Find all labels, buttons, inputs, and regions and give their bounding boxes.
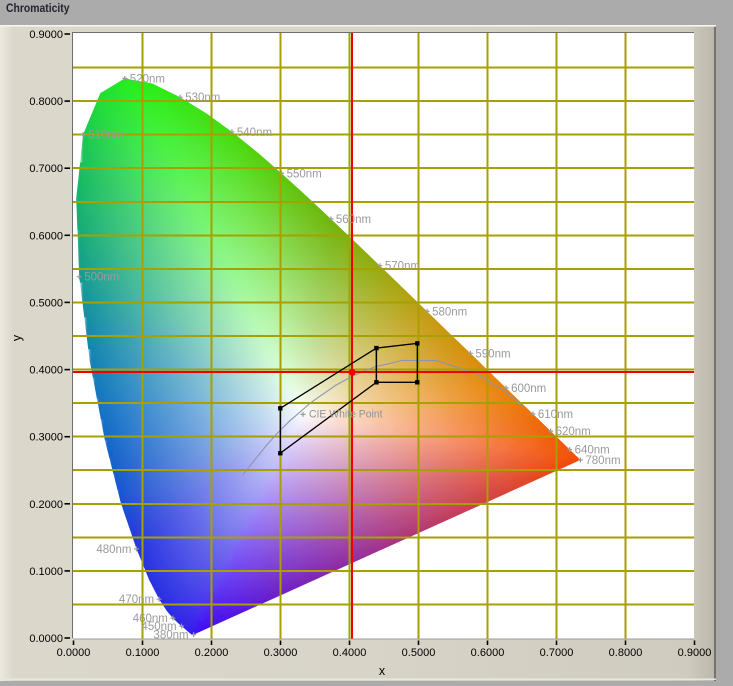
svg-text:CIE White Point: CIE White Point bbox=[309, 409, 383, 421]
svg-text:520nm: 520nm bbox=[130, 73, 165, 85]
svg-text:0.0000: 0.0000 bbox=[29, 633, 63, 645]
svg-text:0.9000: 0.9000 bbox=[29, 29, 63, 41]
svg-text:580nm: 580nm bbox=[432, 306, 467, 318]
svg-text:550nm: 550nm bbox=[287, 168, 322, 180]
svg-text:510nm: 510nm bbox=[88, 130, 123, 142]
svg-text:570nm: 570nm bbox=[385, 261, 420, 273]
svg-text:Chromaticity: Chromaticity bbox=[6, 3, 70, 15]
svg-text:0.5000: 0.5000 bbox=[29, 297, 63, 309]
svg-text:0.0000: 0.0000 bbox=[57, 647, 91, 659]
svg-text:0.1000: 0.1000 bbox=[29, 566, 63, 578]
svg-text:0.5000: 0.5000 bbox=[402, 647, 436, 659]
svg-text:0.4000: 0.4000 bbox=[333, 647, 367, 659]
svg-text:0.8000: 0.8000 bbox=[29, 96, 63, 108]
svg-text:500nm: 500nm bbox=[84, 272, 119, 284]
svg-text:530nm: 530nm bbox=[185, 92, 220, 104]
svg-text:y: y bbox=[10, 334, 24, 341]
svg-text:0.7000: 0.7000 bbox=[29, 163, 63, 175]
svg-text:x: x bbox=[379, 664, 386, 678]
svg-text:0.6000: 0.6000 bbox=[471, 647, 505, 659]
svg-text:0.6000: 0.6000 bbox=[29, 230, 63, 242]
svg-text:610nm: 610nm bbox=[538, 409, 573, 421]
svg-text:0.2000: 0.2000 bbox=[195, 647, 229, 659]
svg-text:0.1000: 0.1000 bbox=[126, 647, 160, 659]
svg-text:480nm: 480nm bbox=[96, 544, 131, 556]
svg-text:0.7000: 0.7000 bbox=[540, 647, 574, 659]
svg-text:0.4000: 0.4000 bbox=[29, 365, 63, 377]
svg-text:540nm: 540nm bbox=[237, 127, 272, 139]
svg-text:0.3000: 0.3000 bbox=[29, 432, 63, 444]
svg-text:780nm: 780nm bbox=[585, 455, 620, 467]
svg-text:0.3000: 0.3000 bbox=[264, 647, 298, 659]
svg-text:560nm: 560nm bbox=[336, 214, 371, 226]
svg-text:0.9000: 0.9000 bbox=[678, 647, 712, 659]
svg-text:0.8000: 0.8000 bbox=[609, 647, 643, 659]
svg-text:380nm: 380nm bbox=[153, 630, 188, 642]
svg-text:590nm: 590nm bbox=[475, 348, 510, 360]
svg-text:470nm: 470nm bbox=[119, 594, 154, 606]
svg-text:0.2000: 0.2000 bbox=[29, 499, 63, 511]
svg-text:600nm: 600nm bbox=[511, 383, 546, 395]
svg-text:620nm: 620nm bbox=[556, 426, 591, 438]
